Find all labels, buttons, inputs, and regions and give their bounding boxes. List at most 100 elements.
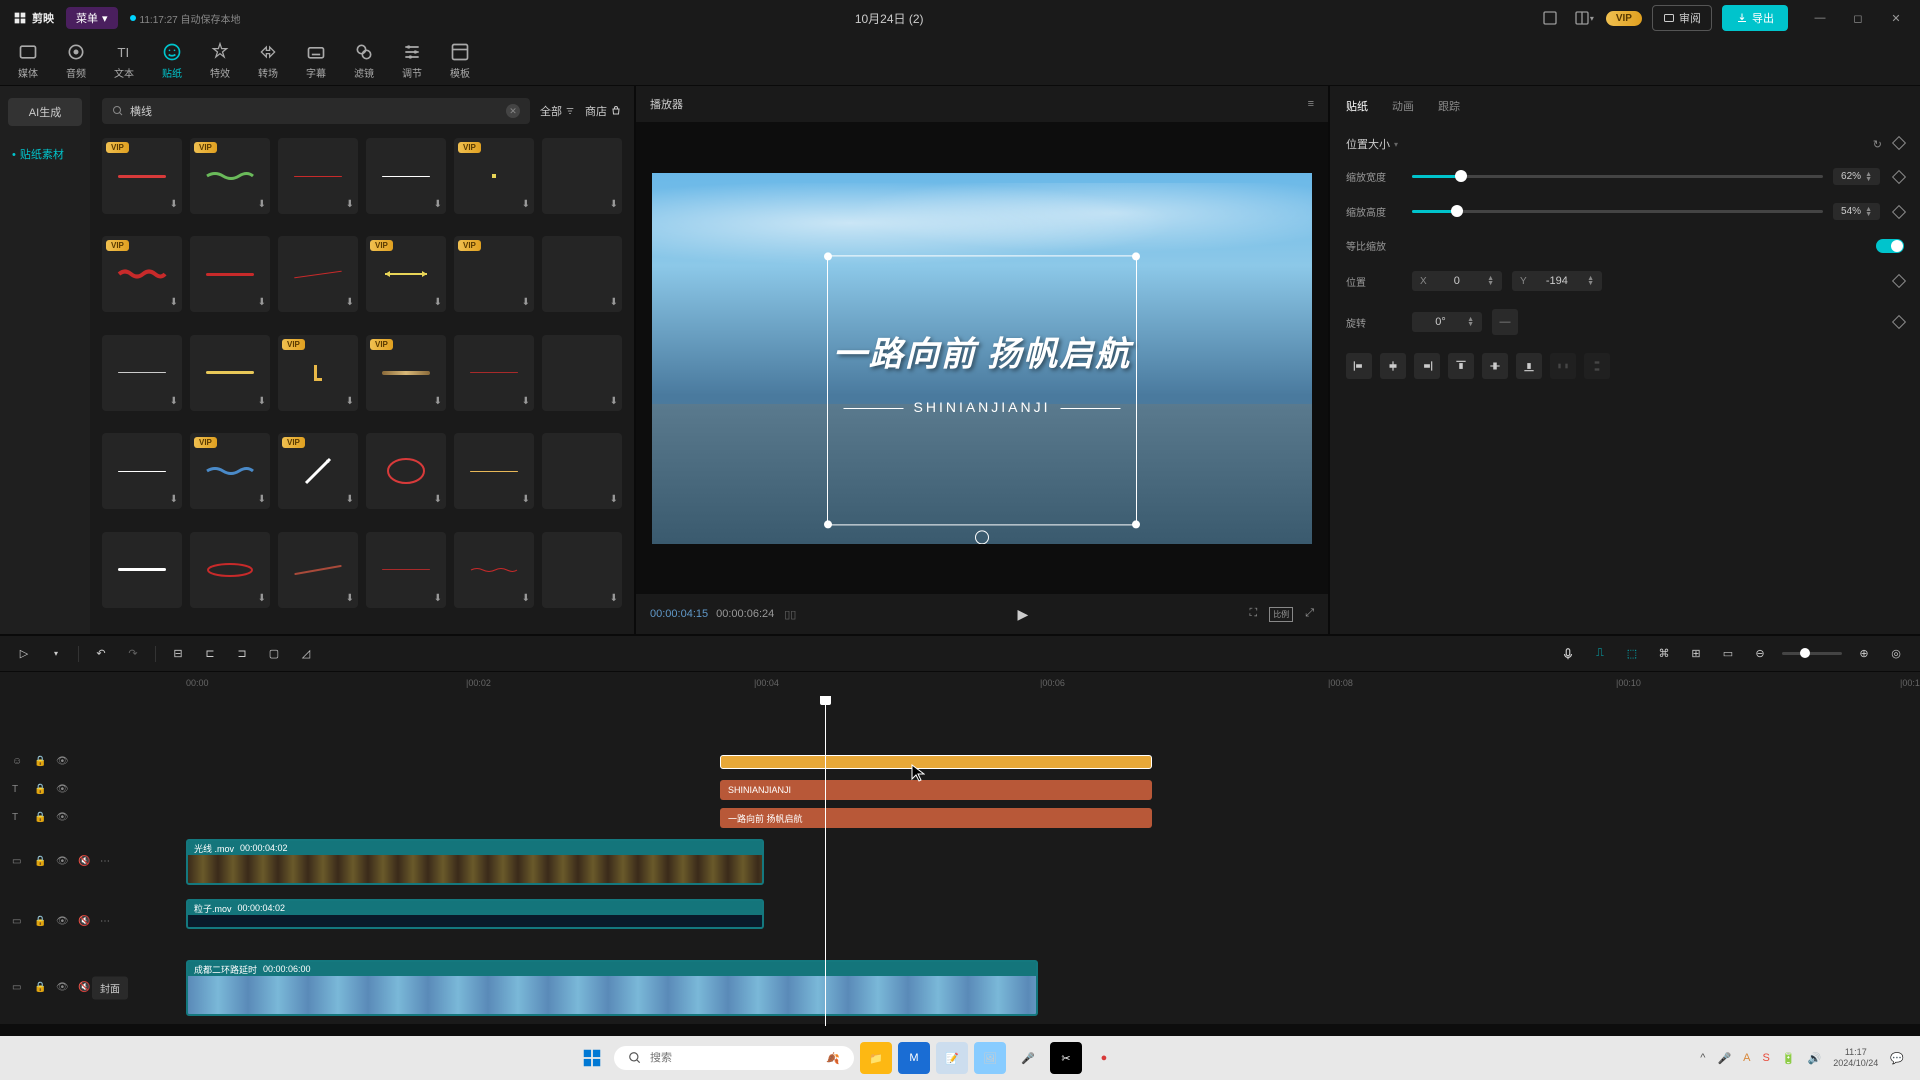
video-clip[interactable]: 粒子.mov00:00:04:02	[186, 899, 764, 929]
keyframe-button[interactable]	[1892, 274, 1906, 288]
scale-w-value[interactable]: 62%▲▼	[1833, 168, 1880, 185]
rotate-handle[interactable]	[975, 530, 989, 543]
download-icon[interactable]: ⬇	[170, 297, 178, 308]
download-icon[interactable]: ⬇	[522, 396, 530, 407]
more-icon[interactable]: ⋯	[100, 916, 112, 928]
sticker-item[interactable]: VIP⬇	[102, 138, 182, 214]
selection-box[interactable]	[827, 255, 1137, 525]
sticker-item[interactable]: VIP⬇	[366, 236, 446, 312]
prop-tab-animation[interactable]: 动画	[1392, 98, 1414, 118]
align-right-button[interactable]	[1414, 353, 1440, 379]
download-icon[interactable]: ⬇	[346, 494, 354, 505]
position-y-input[interactable]: Y-194▲▼	[1512, 271, 1602, 291]
sidebar-sticker-material[interactable]: 贴纸素材	[8, 140, 82, 168]
text-clip[interactable]: SHINIANJIANJI	[720, 780, 1152, 800]
layout-icon[interactable]	[1538, 6, 1562, 30]
download-icon[interactable]: ⬇	[434, 494, 442, 505]
download-icon[interactable]: ⬇	[170, 494, 178, 505]
sticker-item[interactable]: ⬇	[454, 532, 534, 608]
sticker-item[interactable]	[102, 532, 182, 608]
download-icon[interactable]: ⬇	[258, 494, 266, 505]
zoom-fit-button[interactable]: ◎	[1886, 644, 1906, 664]
tray-chevron-icon[interactable]: ^	[1700, 1052, 1705, 1064]
ratio-toggle[interactable]	[1876, 239, 1904, 253]
tab-filter[interactable]: 滤镜	[354, 42, 374, 80]
sticker-item[interactable]: VIP⬇	[454, 138, 534, 214]
tab-subtitle[interactable]: 字幕	[306, 42, 326, 80]
video-clip[interactable]: 光线 .mov00:00:04:02	[186, 839, 764, 885]
visibility-icon[interactable]: 👁	[56, 856, 68, 868]
keyframe-button[interactable]	[1892, 135, 1906, 149]
sticker-clip[interactable]	[720, 755, 1152, 769]
shop-button[interactable]: 商店	[585, 103, 622, 119]
undo-button[interactable]: ↶	[91, 644, 111, 664]
split-left-button[interactable]: ⊏	[200, 644, 220, 664]
video-track-icon[interactable]: ▭	[12, 982, 24, 994]
text-track-icon[interactable]: T	[12, 784, 24, 796]
sticker-item[interactable]: ⬇	[542, 532, 622, 608]
lock-icon[interactable]: 🔒	[34, 756, 46, 768]
link-icon[interactable]: ⬚	[1622, 644, 1642, 664]
zoom-slider[interactable]	[1782, 652, 1842, 655]
minimize-icon[interactable]: —	[1808, 6, 1832, 30]
download-icon[interactable]: ⬇	[610, 494, 618, 505]
tab-audio[interactable]: 音频	[66, 42, 86, 80]
download-icon[interactable]: ⬇	[434, 593, 442, 604]
download-icon[interactable]: ⬇	[522, 199, 530, 210]
track-icon[interactable]: ▭	[1718, 644, 1738, 664]
video-track-icon[interactable]: ▭	[12, 916, 24, 928]
sticker-track-icon[interactable]: ☺	[12, 756, 24, 768]
start-button[interactable]	[576, 1042, 608, 1074]
scale-h-slider[interactable]	[1412, 210, 1823, 213]
play-button[interactable]: ▶	[1018, 606, 1029, 623]
preview-canvas[interactable]: 一路向前 扬帆启航 SHINIANJIANJI	[636, 122, 1328, 594]
cover-button[interactable]: 封面	[92, 977, 128, 1000]
sticker-item[interactable]: ⬇	[454, 335, 534, 411]
ratio-icon[interactable]: 比例	[1269, 607, 1293, 622]
menu-button[interactable]: 菜单▾	[66, 7, 118, 29]
scale-w-slider[interactable]	[1412, 175, 1823, 178]
levels-icon[interactable]: ▯▯	[784, 608, 796, 621]
download-icon[interactable]: ⬇	[346, 199, 354, 210]
close-icon[interactable]: ✕	[1884, 6, 1908, 30]
search-clear-icon[interactable]: ✕	[506, 104, 520, 118]
sticker-item[interactable]: ⬇	[102, 433, 182, 509]
sticker-item[interactable]: ⬇	[278, 138, 358, 214]
download-icon[interactable]: ⬇	[346, 396, 354, 407]
search-input[interactable]	[130, 105, 500, 117]
tab-media[interactable]: 媒体	[18, 42, 38, 80]
download-icon[interactable]: ⬇	[610, 593, 618, 604]
rotation-input[interactable]: 0°▲▼	[1412, 312, 1482, 332]
layout2-icon[interactable]: ▾	[1572, 6, 1596, 30]
download-icon[interactable]: ⬇	[434, 199, 442, 210]
taskbar-search-input[interactable]	[650, 1052, 818, 1064]
download-icon[interactable]: ⬇	[346, 593, 354, 604]
zoom-in-button[interactable]: ⊕	[1854, 644, 1874, 664]
filter-all-button[interactable]: 全部	[540, 103, 575, 119]
sticker-item[interactable]: ⬇	[190, 335, 270, 411]
text-clip[interactable]: 一路向前 扬帆启航	[720, 808, 1152, 828]
split-right-button[interactable]: ⊐	[232, 644, 252, 664]
timeline-tracks[interactable]: ☺🔒👁 T🔒👁 SHINIANJIANJI T🔒👁 一路向前 扬帆启航 ▭🔒👁🔇…	[0, 696, 1920, 1026]
scale-h-value[interactable]: 54%▲▼	[1833, 203, 1880, 220]
visibility-icon[interactable]: 👁	[56, 916, 68, 928]
record-icon[interactable]: ●	[1088, 1042, 1120, 1074]
download-icon[interactable]: ⬇	[170, 396, 178, 407]
mic-app-icon[interactable]: 🎤	[1012, 1042, 1044, 1074]
sticker-item[interactable]: ⬇	[278, 236, 358, 312]
download-icon[interactable]: ⬇	[258, 396, 266, 407]
download-icon[interactable]: ⬇	[610, 199, 618, 210]
mic-icon[interactable]	[1558, 644, 1578, 664]
notification-icon[interactable]: 💬	[1890, 1052, 1904, 1065]
download-icon[interactable]: ⬇	[258, 593, 266, 604]
flip-h-button[interactable]: —	[1492, 309, 1518, 335]
sticker-item[interactable]: ⬇	[542, 138, 622, 214]
tray-battery-icon[interactable]: 🔋	[1782, 1052, 1796, 1065]
sticker-item[interactable]: ⬇	[366, 532, 446, 608]
selection-dropdown[interactable]: ▾	[46, 644, 66, 664]
magnet-icon[interactable]: ⎍	[1590, 644, 1610, 664]
tab-sticker[interactable]: 贴纸	[162, 42, 182, 80]
tab-text[interactable]: TI文本	[114, 42, 134, 80]
sticker-item[interactable]: ⬇	[366, 433, 446, 509]
visibility-icon[interactable]: 👁	[56, 812, 68, 824]
